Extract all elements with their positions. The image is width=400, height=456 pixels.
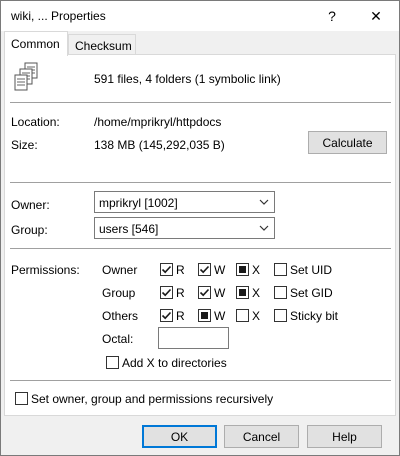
help-title-button[interactable]: ?	[315, 1, 349, 31]
perm-others-special-checkbox[interactable]	[274, 309, 287, 322]
checkmark-icon	[161, 265, 172, 274]
common-tab-panel: 591 files, 4 folders (1 symbolic link) L…	[4, 54, 396, 416]
title-bar: wiki, ... Properties ? ✕	[1, 1, 399, 31]
perm-r-label: R	[176, 309, 185, 323]
indeterminate-mark	[239, 289, 246, 296]
perm-group-x-checkbox[interactable]	[236, 286, 249, 299]
tab-common[interactable]: Common	[4, 31, 68, 56]
perm-others-w-checkbox[interactable]	[198, 309, 211, 322]
location-value: /home/mprikryl/httpdocs	[94, 115, 222, 129]
tab-checksum-label: Checksum	[75, 38, 132, 53]
help-button[interactable]: Help	[307, 425, 382, 448]
tab-common-label: Common	[11, 37, 60, 51]
perm-w-label: W	[214, 309, 226, 323]
perm-x-label: X	[252, 309, 261, 323]
perm-special-label: Sticky bit	[290, 309, 339, 323]
perm-owner-x-checkbox[interactable]	[236, 263, 249, 276]
properties-dialog: wiki, ... Properties ? ✕ Common Checksum	[0, 0, 400, 456]
owner-select-value: mprikryl [1002]	[99, 196, 178, 210]
cancel-button[interactable]: Cancel	[224, 425, 299, 448]
group-select[interactable]: users [546]	[94, 217, 275, 239]
question-icon: ?	[328, 8, 336, 24]
close-button[interactable]: ✕	[359, 1, 393, 31]
perm-owner-w-checkbox[interactable]	[198, 263, 211, 276]
chevron-down-icon	[259, 199, 269, 205]
location-label: Location:	[11, 115, 60, 129]
add-x-checkbox[interactable]	[106, 356, 119, 369]
separator	[10, 182, 391, 183]
perm-group-r-checkbox[interactable]	[160, 286, 173, 299]
perm-special-label: Set GID	[290, 286, 333, 300]
perm-group-special-checkbox[interactable]	[274, 286, 287, 299]
size-value: 138 MB (145,292,035 B)	[94, 138, 225, 152]
checkmark-icon	[199, 288, 210, 297]
owner-select[interactable]: mprikryl [1002]	[94, 191, 275, 213]
perm-owner-r-checkbox[interactable]	[160, 263, 173, 276]
perm-r-label: R	[176, 286, 185, 300]
perm-w-label: W	[214, 263, 226, 277]
recursive-checkbox[interactable]	[15, 392, 28, 405]
size-label: Size:	[11, 138, 38, 152]
permissions-label: Permissions:	[11, 263, 80, 277]
separator	[10, 102, 391, 103]
octal-label: Octal:	[102, 332, 134, 346]
calculate-button-label: Calculate	[322, 135, 373, 150]
separator	[10, 380, 391, 381]
tab-strip: Common Checksum	[1, 31, 399, 56]
window-title: wiki, ... Properties	[11, 9, 106, 23]
indeterminate-mark	[201, 312, 208, 319]
chevron-down-icon	[259, 225, 269, 231]
perm-others-r-checkbox[interactable]	[160, 309, 173, 322]
separator	[10, 248, 391, 249]
perm-special-label: Set UID	[290, 263, 333, 277]
ok-button[interactable]: OK	[142, 425, 217, 448]
add-x-label: Add X to directories	[122, 356, 227, 370]
checkmark-icon	[161, 288, 172, 297]
perm-x-label: X	[252, 286, 261, 300]
perm-owner-special-checkbox[interactable]	[274, 263, 287, 276]
checkmark-icon	[199, 265, 210, 274]
recursive-label: Set owner, group and permissions recursi…	[31, 392, 274, 406]
calculate-button[interactable]: Calculate	[308, 131, 387, 154]
help-button-label: Help	[332, 429, 357, 444]
perm-w-label: W	[214, 286, 226, 300]
tab-checksum[interactable]: Checksum	[68, 34, 136, 56]
indeterminate-mark	[239, 266, 246, 273]
perm-row-label: Group	[102, 286, 136, 300]
perm-others-x-checkbox[interactable]	[236, 309, 249, 322]
perm-row-label: Others	[102, 309, 139, 323]
ok-button-label: OK	[170, 429, 189, 444]
perm-group-w-checkbox[interactable]	[198, 286, 211, 299]
perm-x-label: X	[252, 263, 261, 277]
octal-input[interactable]	[158, 327, 229, 349]
owner-label: Owner:	[11, 198, 50, 212]
checkmark-icon	[161, 311, 172, 320]
group-label: Group:	[11, 223, 48, 237]
perm-row-label: Owner	[102, 263, 138, 277]
close-icon: ✕	[370, 7, 382, 24]
summary-text: 591 files, 4 folders (1 symbolic link)	[94, 72, 281, 86]
cancel-button-label: Cancel	[242, 429, 281, 444]
group-select-value: users [546]	[99, 222, 159, 236]
files-icon	[11, 61, 45, 95]
dialog-button-bar: OK Cancel Help	[1, 416, 399, 455]
perm-r-label: R	[176, 263, 185, 277]
